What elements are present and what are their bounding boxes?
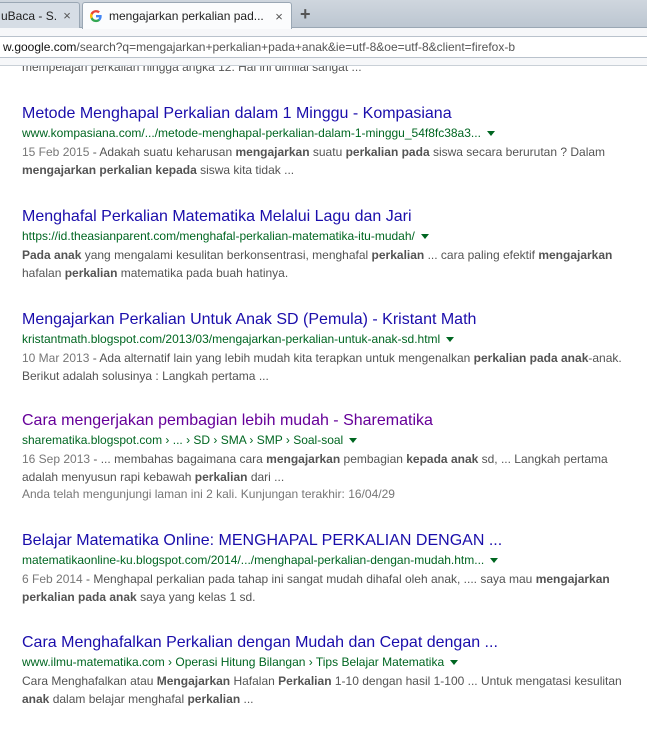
- result-snippet: Cara Menghafalkan atau Mengajarkan Hafal…: [22, 672, 628, 708]
- result-title-link[interactable]: Cara Menghafalkan Perkalian dengan Mudah…: [22, 633, 632, 653]
- caret-down-icon[interactable]: [486, 131, 495, 137]
- cutoff-snippet: mempelajari perkalian hingga angka 12. H…: [22, 66, 362, 74]
- snippet-text: saya yang kelas 1 sd.: [136, 590, 256, 604]
- tab-ubaca[interactable]: uBaca - S... ×: [0, 2, 80, 28]
- snippet-keyword: Perkalian: [278, 674, 332, 688]
- result-date: 10 Mar 2013: [22, 351, 90, 365]
- search-result: Cara Menghafalkan Perkalian dengan Mudah…: [22, 633, 632, 708]
- result-url: www.kompasiana.com/.../metode-menghapal-…: [22, 126, 481, 140]
- search-result: Menghafal Perkalian Matematika Melalui L…: [22, 207, 632, 282]
- search-result: Mengajarkan Perkalian Untuk Anak SD (Pem…: [22, 310, 632, 385]
- snippet-keyword: perkalian pada: [345, 145, 430, 159]
- search-results: mempelajari perkalian hingga angka 12. H…: [0, 66, 647, 732]
- caret-down-icon[interactable]: [490, 558, 499, 564]
- result-url: matematikaonline-ku.blogspot.com/2014/..…: [22, 553, 485, 567]
- snippet-text: siswa secara berurutan ? Dalam: [429, 145, 606, 159]
- new-tab-icon[interactable]: +: [300, 4, 311, 25]
- snippet-text: dalam belajar menghafal: [49, 692, 188, 706]
- result-title-link[interactable]: Belajar Matematika Online: MENGHAPAL PER…: [22, 531, 632, 551]
- visit-history-note: Anda telah mengunjungi laman ini 2 kali.…: [22, 487, 395, 501]
- tab-label: mengajarkan perkalian pad...: [109, 9, 264, 23]
- snippet-text: matematika pada buah hatinya.: [117, 266, 289, 280]
- snippet-keyword: anak: [22, 692, 50, 706]
- snippet-text: Hafalan: [230, 674, 279, 688]
- snippet-keyword: perkalian: [64, 266, 118, 280]
- result-url: sharematika.blogspot.com › ... › SD › SM…: [22, 433, 344, 447]
- result-snippet: 10 Mar 2013 - Ada alternatif lain yang l…: [22, 349, 628, 385]
- snippet-text: - Adakah suatu keharusan: [89, 145, 236, 159]
- snippet-keyword: perkalian pada anak: [473, 351, 589, 365]
- tab-strip: uBaca - S... × mengajarkan perkalian pad…: [0, 0, 647, 29]
- snippet-text: yang mengalami kesulitan berkonsentrasi,…: [81, 248, 372, 262]
- caret-down-icon[interactable]: [450, 660, 459, 666]
- snippet-text: - Ada alternatif lain yang lebih mudah k…: [89, 351, 474, 365]
- result-url: www.ilmu-matematika.com › Operasi Hitung…: [22, 655, 445, 669]
- result-snippet: 16 Sep 2013 - ... membahas bagaimana car…: [22, 450, 628, 486]
- result-url: kristantmath.blogspot.com/2013/03/mengaj…: [22, 332, 441, 346]
- result-snippet: 6 Feb 2014 - Menghapal perkalian pada ta…: [22, 570, 628, 606]
- result-title-link[interactable]: Menghafal Perkalian Matematika Melalui L…: [22, 207, 632, 227]
- snippet-text: Cara Menghafalkan atau: [22, 674, 157, 688]
- result-title-link[interactable]: Mengajarkan Perkalian Untuk Anak SD (Pem…: [22, 310, 632, 330]
- result-title-link[interactable]: Metode Menghapal Perkalian dalam 1 Mingg…: [22, 104, 632, 124]
- close-icon[interactable]: ×: [273, 9, 285, 24]
- snippet-keyword: perkalian: [194, 470, 248, 484]
- tab-label: uBaca - S...: [1, 8, 57, 23]
- navigation-bar: w.google.com/search?q=mengajarkan+perkal…: [0, 28, 647, 66]
- result-url: https://id.theasianparent.com/menghafal-…: [22, 229, 415, 243]
- snippet-keyword: mengajarkan: [538, 248, 613, 262]
- url-path: /search?q=mengajarkan+perkalian+pada+ana…: [76, 40, 516, 54]
- snippet-keyword: perkalian: [187, 692, 241, 706]
- caret-down-icon[interactable]: [349, 438, 358, 444]
- url-host: w.google.com: [3, 40, 77, 54]
- snippet-text: suatu: [309, 145, 346, 159]
- snippet-keyword: kepada anak: [406, 452, 479, 466]
- address-bar[interactable]: w.google.com/search?q=mengajarkan+perkal…: [0, 36, 647, 58]
- snippet-keyword: mengajarkan: [266, 452, 341, 466]
- snippet-keyword: Pada anak: [22, 248, 82, 262]
- result-snippet: 15 Feb 2015 - Adakah suatu keharusan men…: [22, 143, 628, 179]
- snippet-text: 1-10 dengan hasil 1-100 ... Untuk mengat…: [331, 674, 622, 688]
- close-icon[interactable]: ×: [61, 8, 73, 23]
- snippet-keyword: mengajarkan: [235, 145, 310, 159]
- snippet-text: pembagian: [340, 452, 407, 466]
- tab-google-search[interactable]: mengajarkan perkalian pad... ×: [82, 2, 292, 29]
- snippet-keyword: mengajarkan perkalian kepada: [22, 163, 197, 177]
- snippet-text: - ... membahas bagaimana cara: [90, 452, 267, 466]
- result-snippet: Pada anak yang mengalami kesulitan berko…: [22, 246, 628, 282]
- result-date: 16 Sep 2013: [22, 452, 91, 466]
- snippet-keyword: Mengajarkan: [156, 674, 231, 688]
- snippet-text: hafalan: [22, 266, 65, 280]
- snippet-keyword: perkalian: [371, 248, 425, 262]
- result-date: 6 Feb 2014: [22, 572, 83, 586]
- snippet-text: siswa kita tidak ...: [196, 163, 295, 177]
- snippet-text: dari ...: [247, 470, 285, 484]
- snippet-text: ... cara paling efektif: [424, 248, 539, 262]
- result-title-link[interactable]: Cara mengerjakan pembagian lebih mudah -…: [22, 411, 632, 431]
- search-result: Metode Menghapal Perkalian dalam 1 Mingg…: [22, 104, 632, 179]
- result-date: 15 Feb 2015: [22, 145, 90, 159]
- snippet-text: ...: [240, 692, 254, 706]
- google-icon: [89, 10, 102, 23]
- search-result: Belajar Matematika Online: MENGHAPAL PER…: [22, 531, 632, 606]
- snippet-text: - Menghapal perkalian pada tahap ini san…: [82, 572, 536, 586]
- caret-down-icon[interactable]: [420, 234, 429, 240]
- search-result: Cara mengerjakan pembagian lebih mudah -…: [22, 411, 632, 503]
- caret-down-icon[interactable]: [446, 337, 455, 343]
